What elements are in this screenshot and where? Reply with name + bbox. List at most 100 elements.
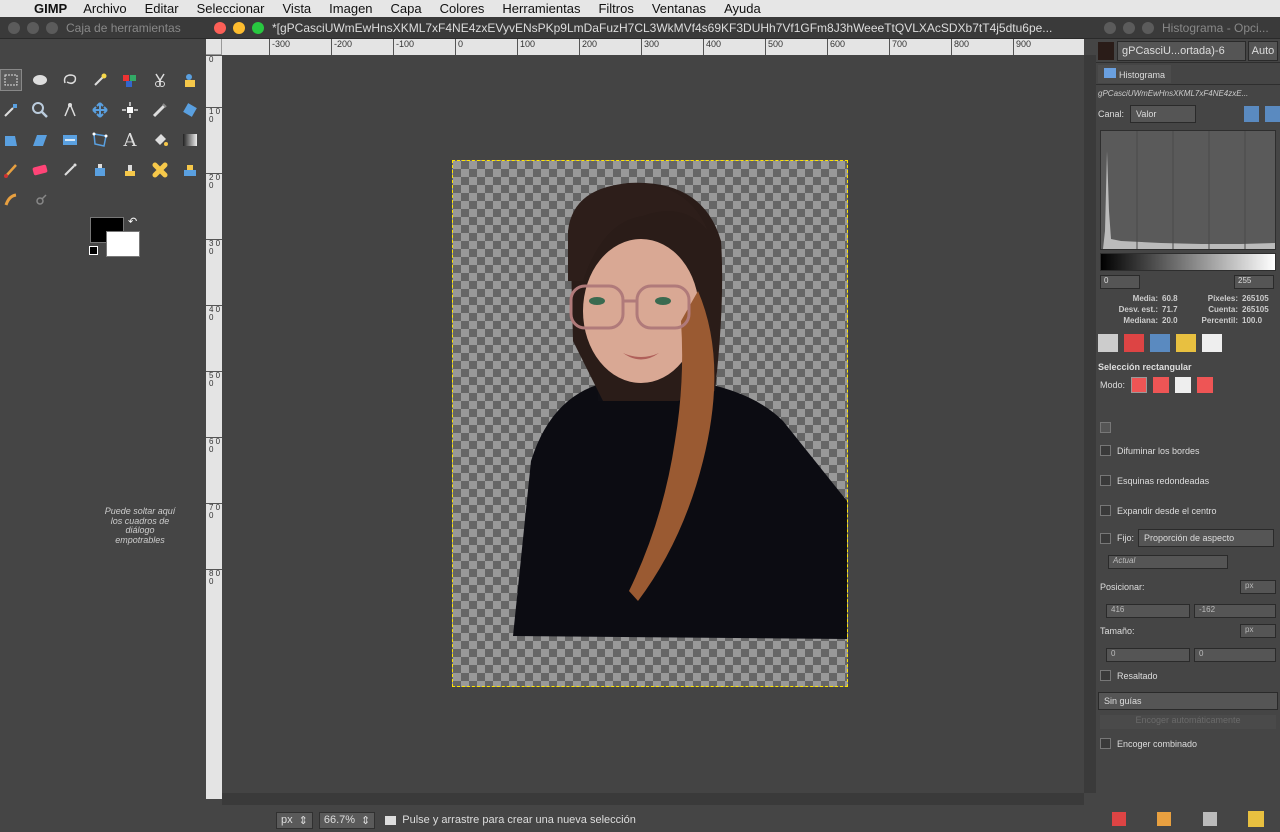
feather-checkbox[interactable] [1100, 445, 1111, 456]
scale-tool-icon[interactable] [0, 129, 22, 151]
undo-history-tab-icon[interactable] [1176, 334, 1196, 352]
autoshrink-button[interactable]: Encoger automáticamente [1100, 715, 1276, 729]
unit-select[interactable]: px ⇕ [276, 811, 313, 829]
delete-options-icon[interactable] [1202, 812, 1217, 826]
close-button[interactable] [214, 21, 226, 34]
shear-tool-icon[interactable] [29, 129, 51, 151]
zoom-button[interactable] [46, 21, 58, 34]
guides-select[interactable]: Sin guías [1098, 692, 1278, 710]
range-max-field[interactable]: 255 [1234, 275, 1274, 289]
linear-histogram-icon[interactable] [1244, 106, 1260, 122]
close-button[interactable] [1104, 21, 1116, 34]
measure-tool-icon[interactable] [59, 99, 81, 121]
paintbrush-tool-icon[interactable] [0, 159, 22, 181]
channel-select[interactable]: Valor [1130, 105, 1197, 123]
mode-replace-icon[interactable] [1131, 377, 1148, 393]
text-tool-icon[interactable]: A [119, 129, 141, 151]
histogram-gradient[interactable] [1100, 253, 1276, 271]
menu-ayuda[interactable]: Ayuda [724, 1, 761, 16]
mode-add-icon[interactable] [1153, 377, 1170, 393]
menu-editar[interactable]: Editar [145, 1, 179, 16]
image-selector[interactable]: gPCasciU...ortada)-6 [1117, 40, 1246, 61]
device-status-tab-icon[interactable] [1202, 334, 1222, 352]
restore-options-icon[interactable] [1157, 812, 1172, 826]
menu-vista[interactable]: Vista [283, 1, 312, 16]
menu-capa[interactable]: Capa [391, 1, 422, 16]
dodge-burn-tool-icon[interactable] [29, 189, 51, 211]
highlight-checkbox[interactable] [1100, 670, 1111, 681]
paths-tab-icon[interactable] [1150, 334, 1170, 352]
reset-options-icon[interactable] [1248, 811, 1265, 827]
perspective-clone-tool-icon[interactable] [179, 159, 201, 181]
unified-transform-tool-icon[interactable] [89, 129, 111, 151]
rounded-checkbox[interactable] [1100, 475, 1111, 486]
smudge-tool-icon[interactable] [0, 189, 22, 211]
size-w-field[interactable]: 0 [1106, 648, 1190, 662]
select-by-color-tool-icon[interactable] [119, 69, 141, 91]
foreground-select-tool-icon[interactable] [179, 69, 201, 91]
zoom-tool-icon[interactable] [29, 99, 51, 121]
menu-imagen[interactable]: Imagen [329, 1, 372, 16]
app-name[interactable]: GIMP [34, 1, 67, 16]
layers-tab-icon[interactable] [1124, 334, 1144, 352]
image-canvas[interactable] [222, 55, 1084, 793]
antialias-checkbox[interactable] [1100, 422, 1111, 433]
shrink-merged-checkbox[interactable] [1100, 738, 1111, 749]
ellipse-select-tool-icon[interactable] [29, 69, 51, 91]
fixed-select[interactable]: Proporción de aspecto [1138, 529, 1275, 547]
clone-tool-icon[interactable] [119, 159, 141, 181]
horizontal-ruler[interactable]: -300 -200 -100 0 100 200 300 400 500 600… [222, 39, 1084, 55]
ruler-corner[interactable] [206, 39, 222, 55]
tab-histogram[interactable]: Histograma [1098, 64, 1172, 83]
save-options-icon[interactable] [1111, 812, 1126, 826]
image-layer-boundary[interactable] [452, 160, 848, 687]
minimize-button[interactable] [27, 21, 39, 34]
menu-filtros[interactable]: Filtros [598, 1, 633, 16]
background-color-swatch[interactable] [106, 231, 140, 257]
swap-colors-icon[interactable]: ↶ [128, 215, 137, 228]
zoom-button[interactable] [252, 21, 264, 34]
minimize-button[interactable] [233, 21, 245, 34]
crop-tool-icon[interactable] [149, 99, 171, 121]
rotate-tool-icon[interactable] [179, 99, 201, 121]
minimize-button[interactable] [1123, 21, 1135, 34]
aspect-entry[interactable]: Actual [1108, 555, 1228, 569]
position-x-field[interactable]: 416 [1106, 604, 1190, 618]
vertical-scrollbar[interactable] [1084, 55, 1096, 793]
histogram-graph[interactable] [1100, 130, 1276, 250]
fixed-checkbox[interactable] [1100, 532, 1111, 544]
airbrush-tool-icon[interactable] [59, 159, 81, 181]
heal-tool-icon[interactable] [149, 159, 171, 181]
mode-intersect-icon[interactable] [1197, 377, 1214, 393]
mode-subtract-icon[interactable] [1175, 377, 1192, 393]
auto-button[interactable]: Auto [1248, 40, 1278, 61]
position-y-field[interactable]: -162 [1194, 604, 1276, 618]
ink-tool-icon[interactable] [89, 159, 111, 181]
menu-herramientas[interactable]: Herramientas [502, 1, 580, 16]
menu-colores[interactable]: Colores [440, 1, 485, 16]
vertical-ruler[interactable]: 0 1 0 0 2 0 0 3 0 0 4 0 0 5 0 0 6 0 0 7 … [206, 55, 222, 799]
menu-archivo[interactable]: Archivo [83, 1, 126, 16]
menu-seleccionar[interactable]: Seleccionar [197, 1, 265, 16]
log-histogram-icon[interactable] [1265, 106, 1280, 122]
bucket-fill-tool-icon[interactable] [149, 129, 171, 151]
position-unit-select[interactable]: px [1240, 580, 1276, 594]
fuzzy-select-tool-icon[interactable] [89, 69, 111, 91]
tool-options-tab-icon[interactable] [1098, 334, 1118, 352]
blend-tool-icon[interactable] [179, 129, 201, 151]
perspective-tool-icon[interactable] [59, 129, 81, 151]
close-button[interactable] [8, 21, 20, 34]
size-unit-select[interactable]: px [1240, 624, 1276, 638]
align-tool-icon[interactable] [119, 99, 141, 121]
horizontal-scrollbar[interactable] [222, 793, 1084, 805]
size-h-field[interactable]: 0 [1194, 648, 1276, 662]
expand-checkbox[interactable] [1100, 505, 1111, 516]
range-min-field[interactable]: 0 [1100, 275, 1140, 289]
eraser-tool-icon[interactable] [29, 159, 51, 181]
scissors-tool-icon[interactable] [149, 69, 171, 91]
zoom-button[interactable] [1142, 21, 1154, 34]
lasso-tool-icon[interactable] [59, 69, 81, 91]
rect-select-tool-icon[interactable] [0, 69, 22, 91]
zoom-select[interactable]: 66.7% ⇕ [318, 811, 376, 829]
paths-tool-icon[interactable] [0, 99, 22, 121]
